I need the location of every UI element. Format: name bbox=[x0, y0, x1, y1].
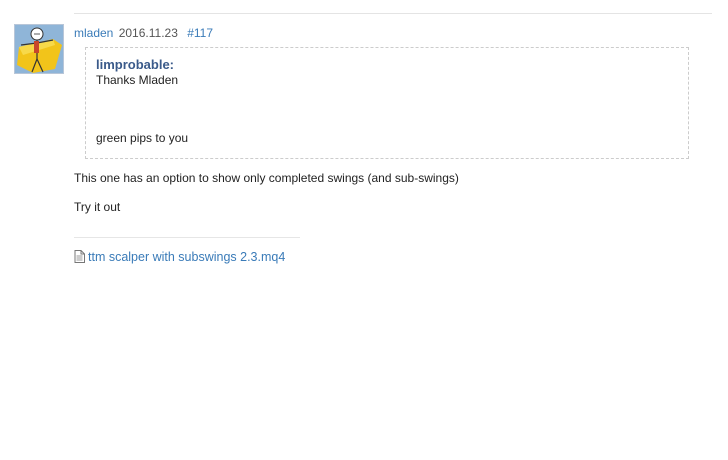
quote-block: limprobable: Thanks Mladen green pips to… bbox=[85, 47, 689, 159]
post-meta: mladen 2016.11.23 #117 bbox=[74, 25, 213, 41]
post-text-line: Try it out bbox=[74, 200, 121, 214]
post-number-link[interactable]: #117 bbox=[187, 26, 213, 40]
quote-author: limprobable: bbox=[96, 57, 175, 72]
attachment: ttm scalper with subswings 2.3.mq4 bbox=[74, 249, 285, 265]
top-divider bbox=[74, 13, 712, 14]
attachment-link[interactable]: ttm scalper with subswings 2.3.mq4 bbox=[88, 250, 285, 264]
file-icon bbox=[74, 250, 85, 267]
post-date: 2016.11.23 bbox=[118, 26, 178, 40]
post-text-line: This one has an option to show only comp… bbox=[74, 171, 459, 185]
quote-text-line: Thanks Mladen bbox=[96, 73, 179, 87]
avatar[interactable] bbox=[14, 24, 64, 74]
attachment-divider bbox=[74, 237, 300, 238]
quote-text-line: green pips to you bbox=[96, 131, 189, 145]
author-link[interactable]: mladen bbox=[74, 26, 113, 40]
avatar-image bbox=[15, 25, 63, 73]
